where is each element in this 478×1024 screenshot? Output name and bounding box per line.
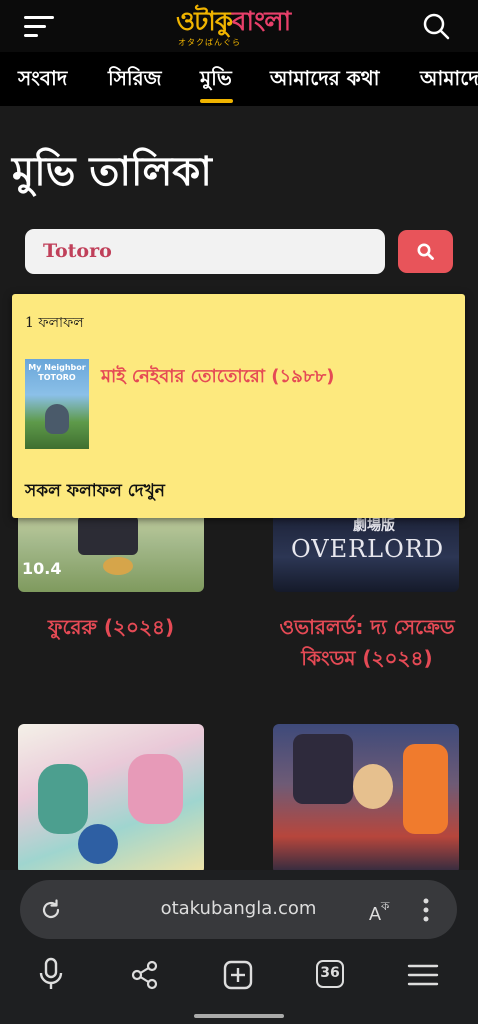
nav-item-news[interactable]: সংবাদ xyxy=(18,64,67,97)
movie-title-line: কিংডম (২০২৪) xyxy=(301,646,433,670)
site-logo[interactable]: ওটাকুবাংলা オタクばんぐら xyxy=(176,7,306,51)
movie-title-overlord[interactable]: ওভারলর্ড: দ্য সেক্রেড কিংডম (২০২৪) xyxy=(262,612,472,674)
search-icon[interactable] xyxy=(422,12,450,40)
results-count: 1 ফলাফল xyxy=(25,315,84,331)
movie-title-line: ওভারলর্ড: দ্য সেক্রেড xyxy=(279,615,455,639)
microphone-icon[interactable] xyxy=(38,957,64,991)
result-poster-totoro[interactable]: My Neighbor TOTORO xyxy=(25,359,89,449)
home-gesture-indicator[interactable] xyxy=(194,1014,284,1018)
movie-poster-overlord[interactable]: 劇場版 OVERLORD xyxy=(273,505,459,592)
movie-poster-fureru[interactable]: 10.4 xyxy=(18,505,204,592)
top-app-bar: ওটাকুবাংলা オタクばんぐら xyxy=(0,0,478,52)
hamburger-menu-icon[interactable] xyxy=(24,14,56,38)
more-options-icon[interactable] xyxy=(422,897,430,923)
page-title: মুভি তালিকা xyxy=(12,149,212,195)
logo-subtext: オタクばんぐら xyxy=(178,38,241,47)
poster-text: My Neighbor TOTORO xyxy=(28,363,86,382)
svg-text:A: A xyxy=(369,904,381,924)
browser-toolbar: otakubangla.com A ক 36 xyxy=(0,870,478,1024)
category-nav: সংবাদ সিরিজ মুভি আমাদের কথা আমাদে xyxy=(0,52,478,106)
address-bar[interactable]: otakubangla.com A ক xyxy=(20,880,457,939)
nav-item-more[interactable]: আমাদে xyxy=(420,64,478,97)
movie-title-fureru[interactable]: ফুরেরু (২০২৪) xyxy=(18,612,204,643)
movie-poster-3[interactable] xyxy=(18,724,204,874)
logo-text-right: বাংলা xyxy=(232,7,291,37)
nav-item-series[interactable]: সিরিজ xyxy=(108,64,162,97)
search-icon xyxy=(417,243,434,260)
nav-item-about[interactable]: আমাদের কথা xyxy=(270,64,380,97)
result-title-link[interactable]: মাই নেইবার তোতোরো (১৯৮৮) xyxy=(101,362,334,393)
active-tab-indicator xyxy=(200,99,233,103)
poster-title-text: OVERLORD xyxy=(291,535,445,563)
see-all-results-link[interactable]: সকল ফলাফল দেখুন xyxy=(25,478,165,506)
poster-date-text: 10.4 xyxy=(22,559,62,578)
search-results-dropdown: 1 ফলাফল My Neighbor TOTORO মাই নেইবার তো… xyxy=(12,294,465,518)
movie-poster-4[interactable] xyxy=(273,724,459,874)
translate-icon[interactable]: A ক xyxy=(368,896,396,924)
logo-text-left: ওটাকু xyxy=(176,7,233,37)
svg-text:ক: ক xyxy=(380,899,390,913)
nav-item-movies[interactable]: মুভি xyxy=(200,64,232,97)
menu-icon[interactable] xyxy=(407,963,439,987)
poster-subtitle: 劇場版 xyxy=(353,518,395,534)
search-button[interactable] xyxy=(398,230,453,273)
search-input[interactable]: Totoro xyxy=(25,229,385,274)
share-icon[interactable] xyxy=(130,960,160,990)
tab-count-button[interactable]: 36 xyxy=(316,960,344,988)
new-tab-icon[interactable] xyxy=(223,960,253,990)
